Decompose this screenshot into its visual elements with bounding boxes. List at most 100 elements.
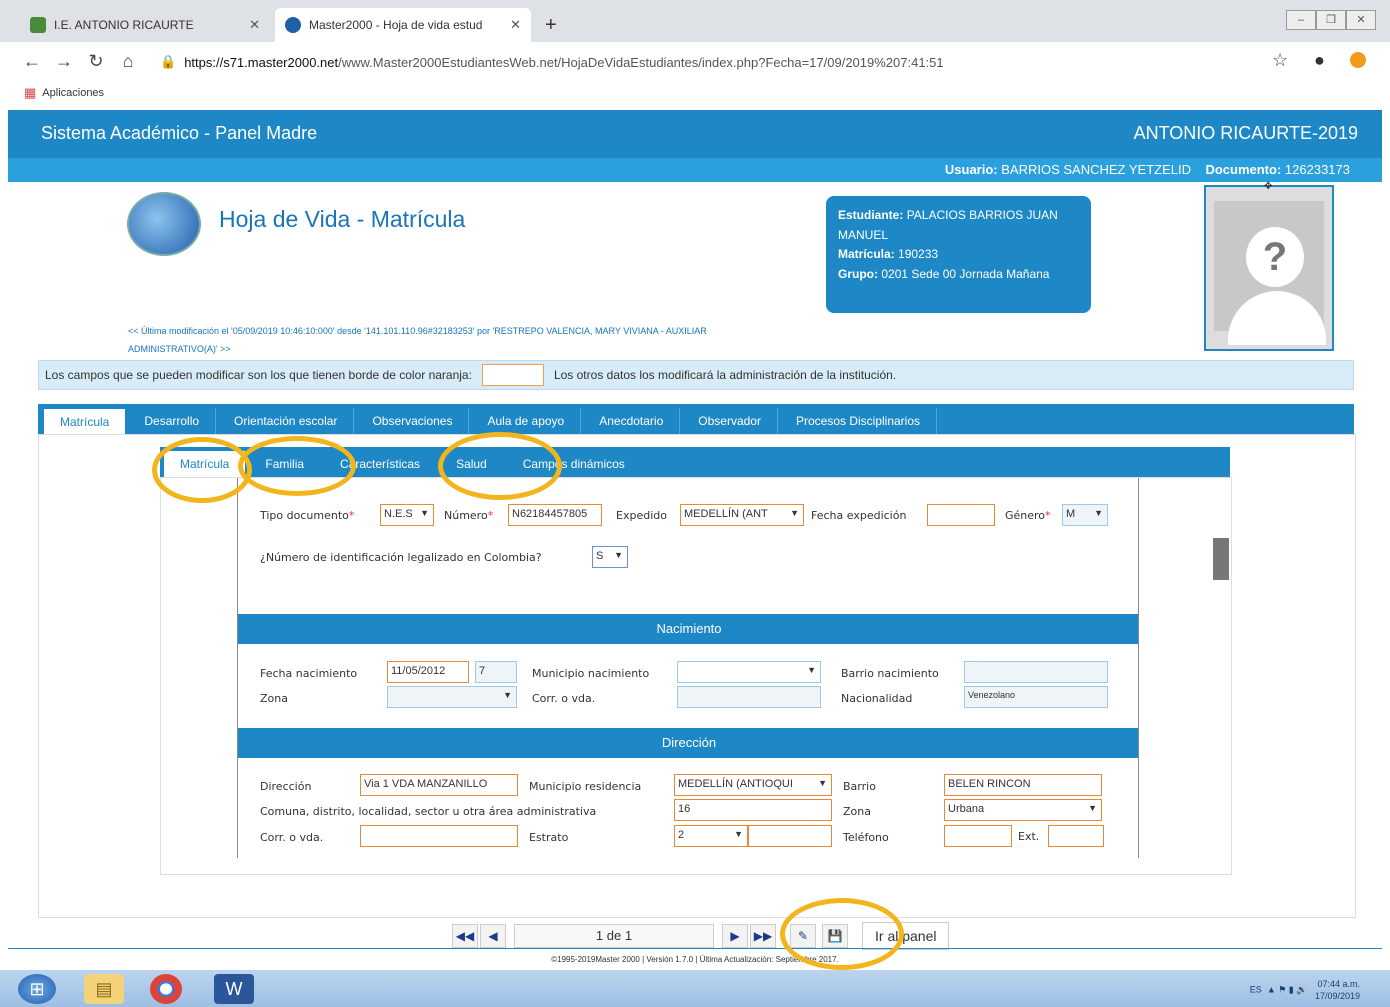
tab-procesos-disciplinarios[interactable]: Procesos Disciplinarios bbox=[780, 408, 938, 434]
fecha-nacimiento-input[interactable]: 11/05/2012 bbox=[387, 661, 469, 683]
main-tabs: Matrícula Desarrollo Orientación escolar… bbox=[38, 404, 1354, 434]
corr-residencia-label: Corr. o vda. bbox=[260, 831, 324, 844]
subtab-matricula[interactable]: Matrícula bbox=[164, 451, 246, 477]
account-icon[interactable]: ● bbox=[1314, 50, 1325, 71]
ext-input[interactable] bbox=[1048, 825, 1104, 847]
matricula-form: Tipo documento* N.E.S ▼ Número* N62184457… bbox=[237, 478, 1139, 858]
numero-input[interactable]: N62184457805 bbox=[508, 504, 602, 526]
student-photo-placeholder[interactable]: ✥ ? bbox=[1204, 181, 1334, 351]
grupo-value: 0201 Sede 00 Jornada Mañana bbox=[881, 266, 1050, 281]
edit-icon[interactable]: ✎ bbox=[790, 924, 816, 948]
zona-nacimiento-select[interactable]: ▼ bbox=[387, 686, 517, 708]
close-icon[interactable]: ✕ bbox=[510, 17, 521, 33]
browser-tab-2[interactable]: Master2000 - Hoja de vida estud ✕ bbox=[275, 8, 531, 42]
chrome-icon[interactable] bbox=[150, 974, 182, 1004]
home-icon[interactable]: ⌂ bbox=[112, 51, 144, 72]
page-info: 1 de 1 bbox=[514, 924, 714, 948]
corr-nacimiento-label: Corr. o vda. bbox=[532, 692, 596, 705]
tab-aula-de-apoyo[interactable]: Aula de apoyo bbox=[471, 408, 582, 434]
word-icon[interactable]: W bbox=[214, 974, 254, 1004]
file-explorer-icon[interactable]: ▤ bbox=[84, 974, 124, 1004]
bookmark-apps[interactable]: Aplicaciones bbox=[42, 87, 104, 99]
tab-observador[interactable]: Observador bbox=[682, 408, 778, 434]
star-icon[interactable]: ☆ bbox=[1272, 50, 1288, 71]
direccion-input[interactable]: Via 1 VDA MANZANILLO bbox=[360, 774, 518, 796]
estrato-select[interactable]: 2 ▼ bbox=[674, 825, 748, 847]
subtab-caracteristicas[interactable]: Características bbox=[324, 451, 436, 477]
master2000-favicon-icon bbox=[285, 17, 301, 33]
genero-select[interactable]: M ▼ bbox=[1062, 504, 1108, 526]
legalizado-select[interactable]: S ▼ bbox=[592, 546, 628, 568]
numero-label: Número* bbox=[444, 509, 494, 522]
apps-grid-icon[interactable]: ▦ bbox=[24, 85, 36, 101]
sub-tabs: Matrícula Familia Características Salud … bbox=[160, 447, 1230, 477]
master2000-logo bbox=[127, 192, 201, 256]
corr-residencia-input[interactable] bbox=[360, 825, 518, 847]
bookmarks-bar: ▦ Aplicaciones bbox=[0, 80, 1390, 106]
last-page-icon[interactable]: ▶▶ bbox=[750, 924, 776, 948]
legalizado-label: ¿Número de identificación legalizado en … bbox=[260, 551, 542, 564]
municipio-residencia-select[interactable]: MEDELLÍN (ANTIOQUI ▼ bbox=[674, 774, 832, 796]
close-window-icon[interactable]: ✕ bbox=[1346, 10, 1376, 30]
app-title: Sistema Académico - Panel Madre bbox=[41, 123, 318, 143]
comuna-input[interactable]: 16 bbox=[674, 799, 832, 821]
go-to-panel-button[interactable]: Ir al panel bbox=[862, 922, 950, 950]
browser-tab-1[interactable]: I.E. ANTONIO RICAURTE ✕ bbox=[20, 8, 270, 42]
app-header: Sistema Académico - Panel Madre ANTONIO … bbox=[8, 110, 1382, 158]
zona-residencia-select[interactable]: Urbana ▼ bbox=[944, 799, 1102, 821]
scrollbar-thumb[interactable] bbox=[1213, 538, 1229, 580]
move-icon[interactable]: ✥ bbox=[1264, 181, 1272, 192]
lock-icon: 🔒 bbox=[160, 54, 177, 69]
subtab-familia[interactable]: Familia bbox=[249, 451, 320, 477]
subtab-campos-dinamicos[interactable]: Campos dinámicos bbox=[507, 451, 641, 477]
first-page-icon[interactable]: ◀◀ bbox=[452, 924, 478, 948]
new-tab-icon[interactable]: + bbox=[545, 14, 557, 37]
clock-date[interactable]: 17/09/2019 bbox=[1315, 991, 1360, 1001]
tab-desarrollo[interactable]: Desarrollo bbox=[128, 408, 217, 434]
tab-orientacion-escolar[interactable]: Orientación escolar bbox=[218, 408, 355, 434]
save-icon[interactable]: 💾 bbox=[822, 924, 848, 948]
address-bar[interactable]: 🔒 https://s71.master2000.net/www.Master2… bbox=[160, 48, 1250, 76]
municipio-nacimiento-select[interactable]: ▼ bbox=[677, 661, 821, 683]
comuna-label: Comuna, distrito, localidad, sector u ot… bbox=[260, 805, 597, 818]
start-button-icon[interactable]: ⊞ bbox=[18, 974, 56, 1004]
url-host: https://s71.master2000.net bbox=[184, 54, 339, 70]
subtab-salud[interactable]: Salud bbox=[440, 451, 503, 477]
institution-name: ANTONIO RICAURTE-2019 bbox=[1133, 123, 1358, 143]
language-indicator[interactable]: ES bbox=[1250, 984, 1262, 994]
estrato-extra-field[interactable] bbox=[748, 825, 832, 847]
tab-observaciones[interactable]: Observaciones bbox=[356, 408, 470, 434]
windows-taskbar bbox=[0, 970, 1390, 1007]
forward-icon[interactable]: → bbox=[48, 51, 80, 72]
telefono-label: Teléfono bbox=[843, 831, 889, 844]
user-label: Usuario: bbox=[944, 162, 998, 177]
fecha-expedicion-label: Fecha expedición bbox=[811, 509, 907, 522]
system-tray: ES ▲ ⚑ ▮ 🔊 07:44 a.m. 17/09/2019 bbox=[1249, 979, 1360, 1001]
telefono-input[interactable] bbox=[944, 825, 1012, 847]
user-bar: Usuario: BARRIOS SANCHEZ YETZELID Docume… bbox=[8, 158, 1382, 182]
fecha-expedicion-input[interactable] bbox=[927, 504, 995, 526]
clock-time[interactable]: 07:44 a.m. bbox=[1317, 979, 1360, 989]
minimize-icon[interactable]: – bbox=[1286, 10, 1316, 30]
zona-nacimiento-label: Zona bbox=[260, 692, 288, 705]
barrio-input[interactable]: BELEN RINCON bbox=[944, 774, 1102, 796]
back-icon[interactable]: ← bbox=[16, 51, 48, 72]
page-title: Hoja de Vida - Matrícula bbox=[219, 206, 466, 232]
tipo-documento-select[interactable]: N.E.S ▼ bbox=[380, 504, 434, 526]
tab-matricula[interactable]: Matrícula bbox=[43, 408, 127, 434]
maximize-icon[interactable]: ❐ bbox=[1316, 10, 1346, 30]
orange-border-sample bbox=[481, 364, 544, 386]
next-page-icon[interactable]: ▶ bbox=[722, 924, 748, 948]
update-icon[interactable] bbox=[1350, 52, 1366, 68]
prev-page-icon[interactable]: ◀ bbox=[480, 924, 506, 948]
expedido-select[interactable]: MEDELLÍN (ANT ▼ bbox=[680, 504, 804, 526]
student-info-box: Estudiante: PALACIOS BARRIOS JUAN MANUEL… bbox=[826, 196, 1091, 313]
reload-icon[interactable]: ↻ bbox=[80, 51, 112, 72]
barrio-label: Barrio bbox=[843, 780, 876, 793]
expedido-label: Expedido bbox=[616, 509, 667, 522]
close-icon[interactable]: ✕ bbox=[249, 17, 260, 33]
estrato-label: Estrato bbox=[529, 831, 569, 844]
corr-nacimiento-field bbox=[677, 686, 821, 708]
municipio-residencia-label: Municipio residencia bbox=[529, 780, 642, 793]
tab-anecdotario[interactable]: Anecdotario bbox=[583, 408, 681, 434]
